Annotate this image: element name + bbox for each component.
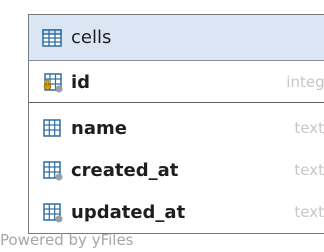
- column-row-id[interactable]: id integer: [29, 61, 324, 103]
- column-row-updated-at[interactable]: updated_at text: [29, 191, 324, 233]
- table-icon: [41, 27, 63, 49]
- column-type: text: [294, 119, 324, 137]
- column-type: text: [294, 203, 324, 221]
- columns-list: name text created_at text updated_at tex…: [29, 103, 324, 233]
- table-node-cells[interactable]: cells id integ name text created_at text…: [28, 14, 324, 234]
- powered-by-watermark: Powered by yFiles: [0, 231, 134, 249]
- column-icon: [41, 159, 63, 181]
- table-name: cells: [71, 27, 112, 48]
- primary-key-column-icon: [41, 71, 63, 93]
- column-type: text: [294, 161, 324, 179]
- column-name: created_at: [71, 159, 179, 181]
- column-type: integer: [286, 73, 324, 91]
- column-row-name[interactable]: name text: [29, 107, 324, 149]
- column-name: updated_at: [71, 201, 186, 223]
- column-icon: [41, 201, 63, 223]
- primary-key-section: id integer: [29, 61, 324, 103]
- column-icon: [41, 117, 63, 139]
- column-row-created-at[interactable]: created_at text: [29, 149, 324, 191]
- table-header[interactable]: cells: [29, 15, 324, 61]
- column-name: id: [71, 71, 91, 93]
- column-name: name: [71, 117, 127, 139]
